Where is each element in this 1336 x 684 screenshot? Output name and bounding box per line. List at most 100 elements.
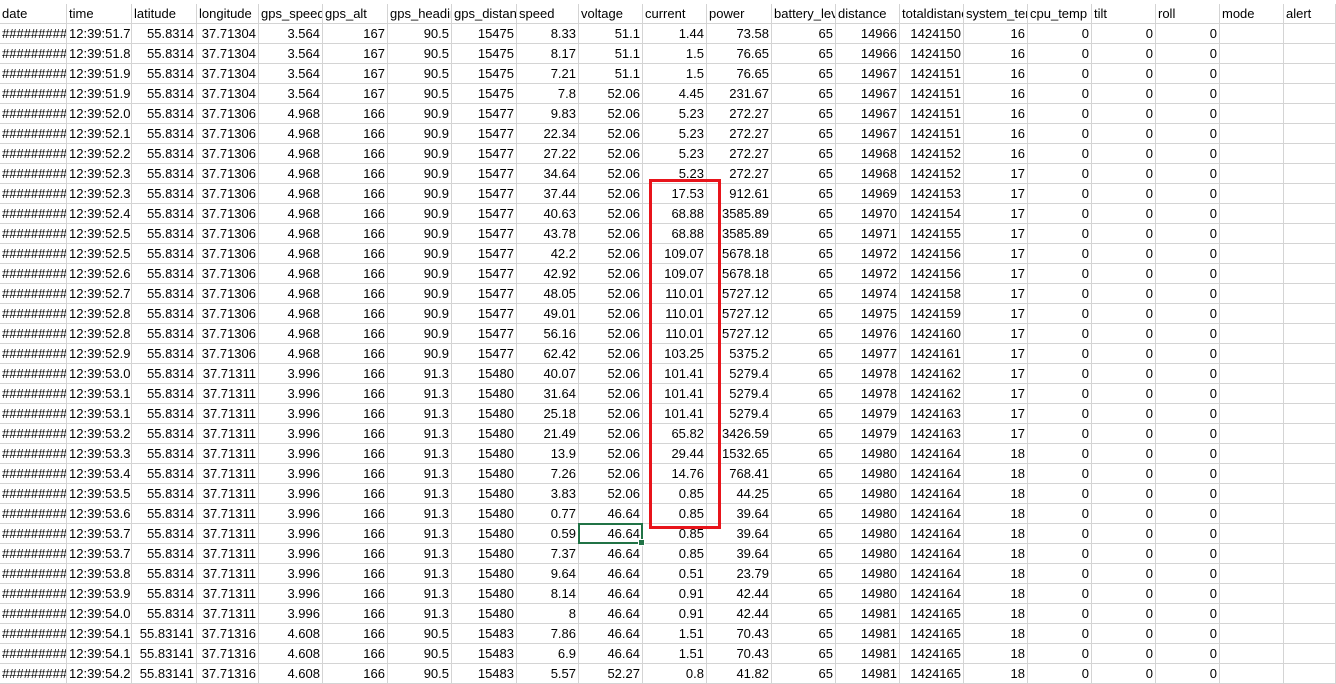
cell-system-temp[interactable]: 18 [964,484,1028,504]
cell-battery-level[interactable]: 65 [772,44,836,64]
cell-mode[interactable] [1220,524,1284,544]
cell-latitude[interactable]: 55.8314 [132,204,197,224]
cell-gps-speed[interactable]: 4.968 [259,244,323,264]
cell-current[interactable]: 110.01 [643,324,707,344]
cell-gps-alt[interactable]: 166 [323,144,388,164]
cell-totaldistance[interactable]: 1424152 [900,144,964,164]
cell-time[interactable]: 12:39:53.6 [67,504,132,524]
cell-gps-speed[interactable]: 4.968 [259,104,323,124]
cell-time[interactable]: 12:39:53.7 [67,544,132,564]
cell-distance[interactable]: 14981 [836,664,900,684]
cell-current[interactable]: 17.53 [643,184,707,204]
cell-distance[interactable]: 14978 [836,364,900,384]
cell-totaldistance[interactable]: 1424164 [900,504,964,524]
cell-power[interactable]: 42.44 [707,604,772,624]
cell-cpu-temp[interactable]: 0 [1028,184,1092,204]
cell-current[interactable]: 4.45 [643,84,707,104]
cell-latitude[interactable]: 55.8314 [132,84,197,104]
cell-gps-speed[interactable]: 4.968 [259,204,323,224]
cell-tilt[interactable]: 0 [1092,484,1156,504]
cell-voltage[interactable]: 46.64 [579,564,643,584]
cell-longitude[interactable]: 37.71306 [197,124,259,144]
cell-alert[interactable] [1284,604,1336,624]
cell-roll[interactable]: 0 [1156,84,1220,104]
cell-system-temp[interactable]: 18 [964,544,1028,564]
cell-date[interactable]: ######### [0,344,67,364]
header-cell-distance[interactable]: distance [836,4,900,24]
cell-gps-heading[interactable]: 90.9 [388,304,452,324]
cell-gps-distance[interactable]: 15475 [452,64,517,84]
cell-gps-alt[interactable]: 166 [323,204,388,224]
cell-gps-heading[interactable]: 90.9 [388,104,452,124]
cell-mode[interactable] [1220,504,1284,524]
cell-distance[interactable]: 14980 [836,584,900,604]
cell-date[interactable]: ######### [0,64,67,84]
cell-voltage[interactable]: 52.06 [579,84,643,104]
cell-gps-heading[interactable]: 91.3 [388,504,452,524]
cell-current[interactable]: 68.88 [643,224,707,244]
cell-current[interactable]: 5.23 [643,144,707,164]
cell-roll[interactable]: 0 [1156,384,1220,404]
cell-longitude[interactable]: 37.71306 [197,224,259,244]
cell-gps-distance[interactable]: 15477 [452,284,517,304]
cell-gps-heading[interactable]: 90.9 [388,344,452,364]
cell-power[interactable]: 5727.12 [707,304,772,324]
cell-speed[interactable]: 7.37 [517,544,579,564]
cell-totaldistance[interactable]: 1424151 [900,104,964,124]
cell-current[interactable]: 1.51 [643,624,707,644]
cell-gps-alt[interactable]: 166 [323,464,388,484]
cell-latitude[interactable]: 55.8314 [132,304,197,324]
cell-gps-speed[interactable]: 4.968 [259,184,323,204]
cell-gps-speed[interactable]: 3.564 [259,84,323,104]
cell-gps-distance[interactable]: 15477 [452,104,517,124]
cell-latitude[interactable]: 55.8314 [132,524,197,544]
cell-tilt[interactable]: 0 [1092,404,1156,424]
cell-battery-level[interactable]: 65 [772,504,836,524]
cell-tilt[interactable]: 0 [1092,44,1156,64]
cell-current[interactable]: 101.41 [643,364,707,384]
cell-system-temp[interactable]: 18 [964,464,1028,484]
cell-gps-speed[interactable]: 3.996 [259,364,323,384]
cell-totaldistance[interactable]: 1424159 [900,304,964,324]
cell-tilt[interactable]: 0 [1092,284,1156,304]
cell-alert[interactable] [1284,64,1336,84]
cell-gps-alt[interactable]: 166 [323,664,388,684]
cell-system-temp[interactable]: 18 [964,644,1028,664]
cell-voltage[interactable]: 52.06 [579,484,643,504]
cell-gps-alt[interactable]: 166 [323,624,388,644]
cell-gps-speed[interactable]: 3.564 [259,64,323,84]
cell-battery-level[interactable]: 65 [772,664,836,684]
cell-speed[interactable]: 9.64 [517,564,579,584]
cell-current[interactable]: 101.41 [643,384,707,404]
cell-voltage[interactable]: 52.06 [579,344,643,364]
cell-roll[interactable]: 0 [1156,24,1220,44]
cell-system-temp[interactable]: 16 [964,84,1028,104]
cell-alert[interactable] [1284,584,1336,604]
cell-tilt[interactable]: 0 [1092,584,1156,604]
cell-mode[interactable] [1220,24,1284,44]
cell-longitude[interactable]: 37.71306 [197,204,259,224]
cell-voltage[interactable]: 46.64 [579,624,643,644]
cell-cpu-temp[interactable]: 0 [1028,244,1092,264]
cell-roll[interactable]: 0 [1156,404,1220,424]
cell-gps-speed[interactable]: 3.996 [259,404,323,424]
cell-latitude[interactable]: 55.8314 [132,184,197,204]
cell-battery-level[interactable]: 65 [772,224,836,244]
cell-system-temp[interactable]: 18 [964,504,1028,524]
cell-mode[interactable] [1220,324,1284,344]
cell-gps-heading[interactable]: 91.3 [388,424,452,444]
cell-speed[interactable]: 42.92 [517,264,579,284]
cell-speed[interactable]: 8.17 [517,44,579,64]
cell-power[interactable]: 76.65 [707,64,772,84]
cell-alert[interactable] [1284,504,1336,524]
cell-system-temp[interactable]: 16 [964,124,1028,144]
cell-cpu-temp[interactable]: 0 [1028,144,1092,164]
cell-distance[interactable]: 14980 [836,444,900,464]
cell-totaldistance[interactable]: 1424150 [900,24,964,44]
cell-latitude[interactable]: 55.8314 [132,584,197,604]
cell-speed[interactable]: 8.14 [517,584,579,604]
cell-system-temp[interactable]: 18 [964,624,1028,644]
cell-distance[interactable]: 14968 [836,144,900,164]
cell-current[interactable]: 1.5 [643,44,707,64]
cell-distance[interactable]: 14967 [836,84,900,104]
